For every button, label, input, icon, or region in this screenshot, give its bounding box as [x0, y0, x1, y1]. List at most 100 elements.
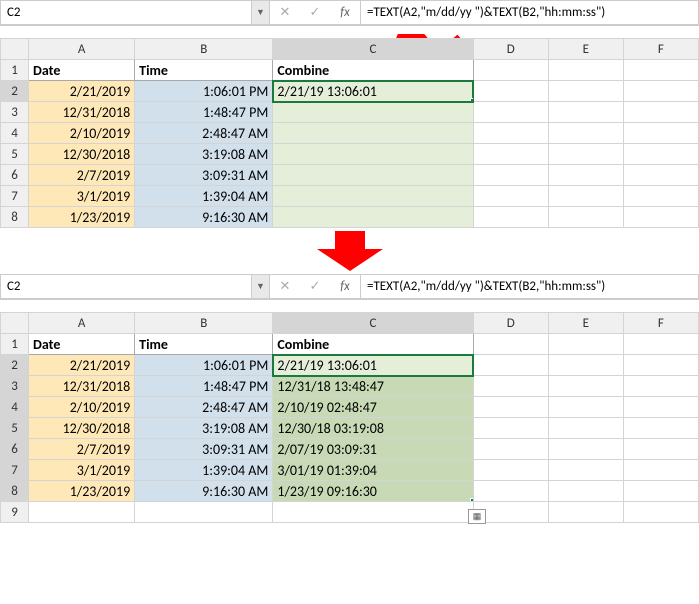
- cell-combine[interactable]: 12/30/18 03:19:08: [273, 418, 473, 439]
- row-header[interactable]: 3: [1, 376, 29, 397]
- header-time[interactable]: Time: [135, 60, 273, 81]
- cell[interactable]: [548, 418, 623, 439]
- fill-handle[interactable]: [470, 98, 474, 102]
- formula-input[interactable]: =TEXT(A2,"m/dd/yy ")&TEXT(B2,"hh:mm:ss"): [361, 0, 699, 25]
- header-date[interactable]: Date: [29, 60, 135, 81]
- cell[interactable]: [473, 334, 548, 355]
- select-all-corner[interactable]: [1, 313, 29, 334]
- cell[interactable]: [623, 123, 698, 144]
- name-box-dropdown-icon[interactable]: ▼: [252, 274, 270, 299]
- cell[interactable]: [623, 481, 698, 502]
- col-header-E[interactable]: E: [548, 313, 623, 334]
- col-header-F[interactable]: F: [623, 313, 698, 334]
- enter-icon[interactable]: ✓: [300, 5, 330, 20]
- cell[interactable]: [273, 502, 473, 523]
- cell-time[interactable]: 9:16:30 AM: [135, 207, 273, 228]
- cell-date[interactable]: 2/7/2019: [29, 165, 135, 186]
- cell[interactable]: [473, 376, 548, 397]
- cell-date[interactable]: 12/30/2018: [29, 418, 135, 439]
- cell-combine[interactable]: 2/07/19 03:09:31: [273, 439, 473, 460]
- cell-time[interactable]: 3:19:08 AM: [135, 144, 273, 165]
- header-combine[interactable]: Combine: [273, 334, 473, 355]
- select-all-corner[interactable]: [1, 39, 29, 60]
- cell-time[interactable]: 1:06:01 PM: [135, 355, 273, 376]
- cell-date[interactable]: 2/10/2019: [29, 123, 135, 144]
- cell-date[interactable]: 2/10/2019: [29, 397, 135, 418]
- cell[interactable]: [623, 81, 698, 102]
- cell-date[interactable]: 3/1/2019: [29, 460, 135, 481]
- fx-icon[interactable]: fx: [330, 5, 360, 20]
- cell-date[interactable]: 1/23/2019: [29, 481, 135, 502]
- cell[interactable]: [473, 102, 548, 123]
- cell[interactable]: [548, 481, 623, 502]
- cell[interactable]: [623, 102, 698, 123]
- cell-combine[interactable]: [273, 207, 473, 228]
- cell[interactable]: [473, 481, 548, 502]
- cell[interactable]: [29, 502, 135, 523]
- row-header[interactable]: 5: [1, 418, 29, 439]
- row-header[interactable]: 4: [1, 123, 29, 144]
- spreadsheet-grid-before[interactable]: A B C D E F 1 Date Time Combine 2 2/21/2…: [0, 38, 699, 228]
- cell[interactable]: [473, 144, 548, 165]
- col-header-A[interactable]: A: [29, 313, 135, 334]
- cell[interactable]: [623, 418, 698, 439]
- row-header[interactable]: 9: [1, 502, 29, 523]
- cell[interactable]: [548, 355, 623, 376]
- cell[interactable]: [623, 60, 698, 81]
- col-header-B[interactable]: B: [135, 313, 273, 334]
- cell-time[interactable]: 2:48:47 AM: [135, 123, 273, 144]
- cancel-icon[interactable]: ✕: [270, 5, 300, 20]
- cell-combine[interactable]: 2/21/19 13:06:01: [273, 355, 473, 376]
- cell-time[interactable]: 1:48:47 PM: [135, 376, 273, 397]
- cell[interactable]: [473, 460, 548, 481]
- cell-date[interactable]: 2/7/2019: [29, 439, 135, 460]
- cell[interactable]: [548, 102, 623, 123]
- cell-combine[interactable]: [273, 102, 473, 123]
- cell-date[interactable]: 1/23/2019: [29, 207, 135, 228]
- cell[interactable]: [548, 376, 623, 397]
- col-header-D[interactable]: D: [473, 39, 548, 60]
- cell[interactable]: [548, 502, 623, 523]
- row-header[interactable]: 6: [1, 165, 29, 186]
- cell[interactable]: [548, 334, 623, 355]
- cell-date[interactable]: 12/31/2018: [29, 102, 135, 123]
- fill-handle[interactable]: [470, 498, 474, 502]
- cell-time[interactable]: 3:09:31 AM: [135, 439, 273, 460]
- cell[interactable]: [623, 207, 698, 228]
- cell[interactable]: [623, 186, 698, 207]
- cell-time[interactable]: 3:09:31 AM: [135, 165, 273, 186]
- cell-date[interactable]: 12/30/2018: [29, 144, 135, 165]
- cell[interactable]: [473, 439, 548, 460]
- cell-combine-selected[interactable]: 2/21/19 13:06:01: [273, 81, 473, 102]
- header-combine[interactable]: Combine: [273, 60, 473, 81]
- header-date[interactable]: Date: [29, 334, 135, 355]
- col-header-C[interactable]: C: [273, 313, 473, 334]
- cell[interactable]: [548, 123, 623, 144]
- cell[interactable]: [473, 165, 548, 186]
- row-header[interactable]: 1: [1, 334, 29, 355]
- col-header-D[interactable]: D: [473, 313, 548, 334]
- cell[interactable]: [623, 376, 698, 397]
- cell[interactable]: [623, 144, 698, 165]
- row-header[interactable]: 4: [1, 397, 29, 418]
- cell[interactable]: [473, 123, 548, 144]
- cell[interactable]: [623, 397, 698, 418]
- cell[interactable]: [548, 207, 623, 228]
- row-header[interactable]: 7: [1, 460, 29, 481]
- cancel-icon[interactable]: ✕: [270, 279, 300, 294]
- row-header[interactable]: 2: [1, 81, 29, 102]
- col-header-F[interactable]: F: [623, 39, 698, 60]
- cell-combine[interactable]: 2/10/19 02:48:47: [273, 397, 473, 418]
- cell[interactable]: [548, 397, 623, 418]
- name-box[interactable]: C2: [0, 274, 252, 299]
- cell-date[interactable]: 12/31/2018: [29, 376, 135, 397]
- cell-combine[interactable]: 12/31/18 13:48:47: [273, 376, 473, 397]
- cell[interactable]: [548, 439, 623, 460]
- name-box[interactable]: C2: [0, 0, 252, 25]
- col-header-E[interactable]: E: [548, 39, 623, 60]
- cell-date[interactable]: 2/21/2019: [29, 355, 135, 376]
- cell[interactable]: [135, 502, 273, 523]
- cell[interactable]: [548, 144, 623, 165]
- col-header-B[interactable]: B: [135, 39, 273, 60]
- row-header[interactable]: 7: [1, 186, 29, 207]
